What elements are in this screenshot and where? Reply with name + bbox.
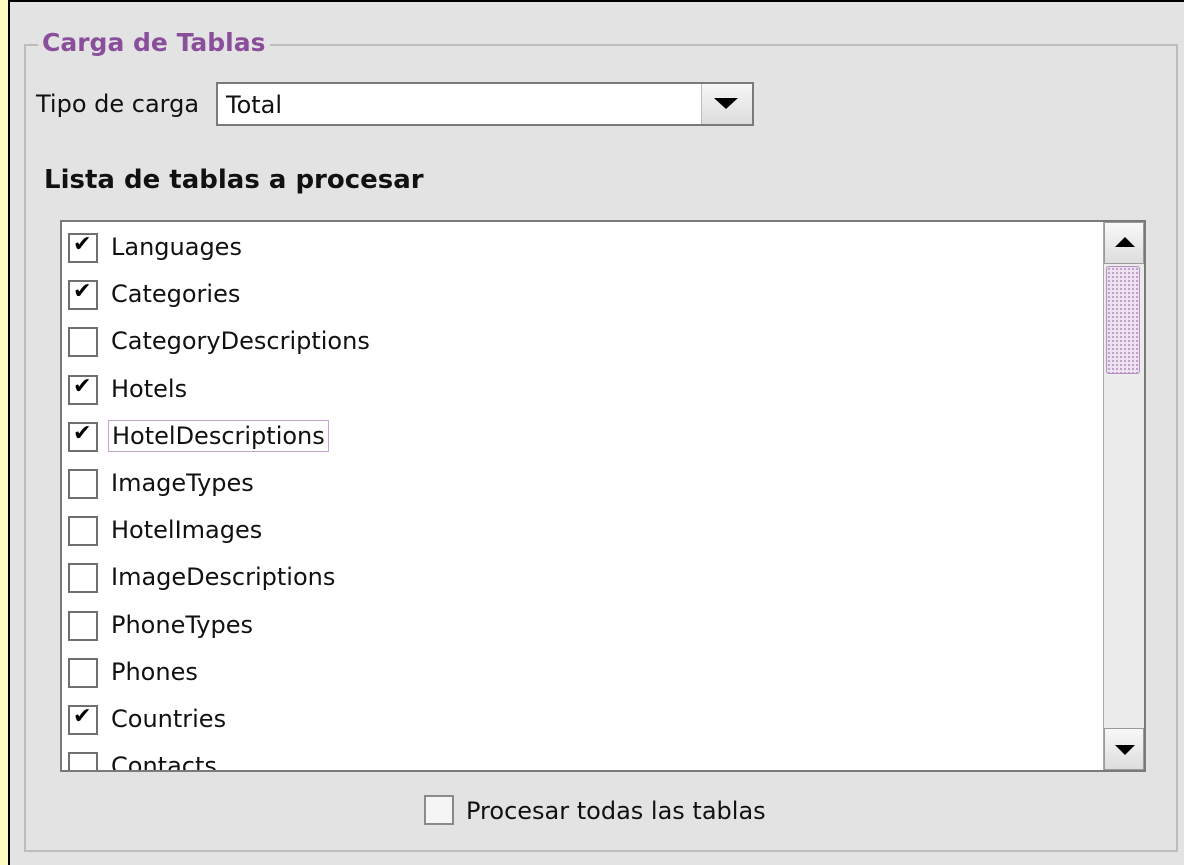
table-list[interactable]: Languages Categories CategoryDescriptions H…	[60, 220, 1146, 772]
list-item[interactable]: Phones	[62, 649, 1102, 695]
process-all-label: Procesar todas las tablas	[466, 797, 766, 825]
table-checkbox[interactable]	[68, 469, 98, 499]
table-checkbox[interactable]	[68, 516, 98, 547]
scroll-down-icon[interactable]	[1104, 728, 1144, 770]
list-item[interactable]: PhoneTypes	[62, 602, 1102, 648]
table-checkbox[interactable]	[68, 704, 98, 735]
table-name-label: Categories	[111, 280, 241, 309]
table-checkbox[interactable]	[68, 421, 98, 452]
table-checkbox[interactable]	[68, 657, 98, 688]
process-all-checkbox[interactable]	[424, 795, 454, 825]
list-item[interactable]: ImageDescriptions	[62, 554, 1102, 600]
table-name-label: Phones	[111, 657, 198, 686]
list-item[interactable]: Countries	[62, 696, 1102, 742]
list-item[interactable]: ImageTypes	[62, 460, 1102, 506]
table-checkbox[interactable]	[68, 327, 98, 358]
table-list-items: Languages Categories CategoryDescriptions H…	[62, 222, 1102, 770]
list-scrollbar[interactable]	[1103, 222, 1144, 770]
scroll-thumb[interactable]	[1106, 266, 1140, 374]
list-item[interactable]: HotelImages	[62, 507, 1102, 553]
table-name-label: CategoryDescriptions	[111, 327, 370, 356]
group-title: Carga de Tablas	[38, 26, 270, 60]
table-checkbox[interactable]	[68, 563, 98, 594]
load-type-select[interactable]: Total	[216, 82, 754, 126]
list-item[interactable]: CategoryDescriptions	[62, 318, 1102, 364]
table-name-label: Countries	[111, 705, 227, 733]
table-name-label: HotelImages	[111, 516, 263, 545]
load-type-value: Total	[226, 91, 283, 119]
window-frame: Carga de Tablas Tipo de carga Total List…	[8, 0, 1184, 865]
list-item[interactable]: HotelDescriptions	[62, 413, 1102, 459]
table-checkbox[interactable]	[68, 610, 98, 641]
list-item[interactable]: Hotels	[62, 366, 1102, 412]
list-item[interactable]: Categories	[62, 271, 1102, 317]
chevron-down-icon[interactable]	[701, 84, 752, 124]
table-name-label: Hotels	[111, 374, 188, 403]
list-item[interactable]: Languages	[62, 224, 1102, 270]
table-name-label: ImageTypes	[111, 469, 254, 497]
table-name-label: PhoneTypes	[111, 610, 253, 639]
table-checkbox[interactable]	[68, 232, 98, 263]
table-name-label: Contacts	[111, 752, 217, 770]
table-checkbox[interactable]	[68, 752, 98, 770]
table-name-label: HotelDescriptions	[108, 419, 329, 452]
table-list-title: Lista de tablas a procesar	[44, 165, 424, 195]
table-name-label: Languages	[111, 233, 242, 261]
list-item[interactable]: Contacts	[62, 743, 1102, 770]
scroll-up-icon[interactable]	[1104, 222, 1144, 264]
load-type-label: Tipo de carga	[36, 90, 200, 118]
table-name-label: ImageDescriptions	[111, 563, 336, 592]
table-checkbox[interactable]	[68, 374, 98, 405]
table-checkbox[interactable]	[68, 279, 98, 311]
